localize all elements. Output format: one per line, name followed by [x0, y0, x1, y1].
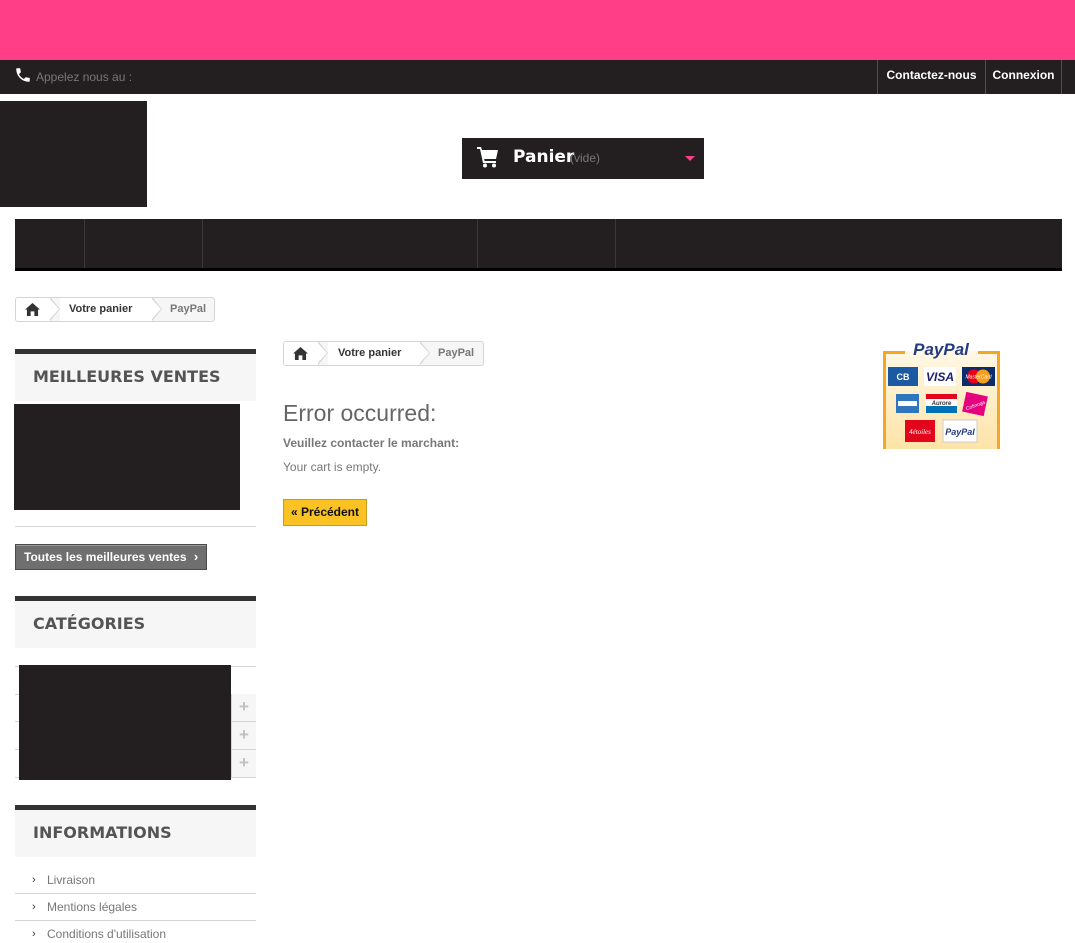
card-label-4etoiles: 4étoiles [909, 428, 931, 436]
categories-title: Catégories [15, 596, 256, 648]
expand-plus-icon[interactable]: + [231, 722, 256, 749]
top-banner [0, 0, 1075, 60]
phone-icon [16, 68, 30, 82]
breadcrumb-separator [151, 298, 162, 321]
info-link-label: Livraison [47, 873, 96, 887]
paypal-payment-logo: PayPal CB VISA MasterCard Aurore Cofinog… [883, 340, 1000, 449]
cart-status: (vide) [570, 151, 601, 165]
expand-plus-icon[interactable]: + [231, 694, 256, 721]
contact-link[interactable]: Contactez-nous [877, 60, 985, 94]
all-bestsellers-button[interactable]: Toutes les meilleures ventes › [15, 544, 207, 570]
top-nav-bar: Appelez nous au : Contactez-nous Connexi… [0, 60, 1075, 94]
breadcrumb-cart-link[interactable]: Votre panier [328, 342, 420, 365]
category-list[interactable] [19, 665, 231, 780]
information-title: Informations [15, 805, 256, 857]
breadcrumb-separator [49, 298, 60, 321]
expand-plus-icon[interactable]: + [231, 750, 256, 777]
menu-item[interactable] [15, 219, 85, 268]
page-title: Error occurred: [283, 400, 437, 426]
shop-logo[interactable] [0, 101, 147, 207]
breadcrumb-home[interactable] [284, 342, 318, 365]
card-label-paypal: PayPal [945, 427, 975, 437]
divider [15, 526, 256, 527]
card-label-aurore: Aurore [931, 401, 952, 407]
chevron-right-icon: › [32, 874, 36, 886]
home-icon [293, 347, 308, 360]
menu-item[interactable] [478, 219, 616, 268]
chevron-right-icon: › [193, 549, 199, 564]
card-label-cb: CB [897, 372, 910, 382]
bestsellers-title: Meilleures ventes [15, 349, 256, 401]
phone-label: Appelez nous au : [36, 70, 133, 84]
breadcrumb-cart-link[interactable]: Votre panier [60, 298, 152, 321]
chevron-right-icon: › [32, 901, 36, 913]
info-link-label: Mentions légales [47, 900, 138, 914]
breadcrumb-main: Votre panier PayPal [283, 341, 484, 366]
breadcrumb-current: PayPal [438, 347, 475, 359]
error-message: Your cart is empty. [283, 460, 382, 474]
info-link-label: Conditions d'utilisation [47, 927, 167, 941]
contact-merchant-label: Veuillez contacter le marchant: [283, 436, 460, 450]
card-label-mastercard: MasterCard [965, 375, 991, 381]
cart-title: Panier [513, 147, 575, 167]
breadcrumb: Votre panier PayPal [15, 297, 215, 322]
paypal-brand: PayPal [913, 340, 970, 359]
breadcrumb-current: PayPal [170, 303, 207, 315]
info-link-terms[interactable]: › Conditions d'utilisation [15, 921, 256, 943]
menu-item[interactable] [616, 219, 1062, 268]
all-bestsellers-label: Toutes les meilleures ventes [24, 550, 187, 564]
cart-dropdown[interactable]: Panier (vide) [462, 138, 704, 179]
login-link[interactable]: Connexion [985, 60, 1062, 94]
info-link-delivery[interactable]: › Livraison [15, 867, 256, 894]
shopping-cart-icon [477, 147, 498, 168]
breadcrumb-home[interactable] [16, 298, 50, 321]
home-icon [25, 303, 40, 316]
amex-card-icon [898, 401, 917, 406]
info-link-legal[interactable]: › Mentions légales [15, 894, 256, 921]
back-button[interactable]: « Précédent [283, 499, 367, 526]
breadcrumb-separator [419, 342, 430, 365]
caret-down-icon [685, 156, 695, 161]
menu-item[interactable] [85, 219, 203, 268]
menu-item[interactable] [203, 219, 478, 268]
card-label-visa: VISA [926, 370, 954, 384]
breadcrumb-separator [317, 342, 328, 365]
bestseller-product[interactable] [14, 404, 240, 510]
chevron-right-icon: › [32, 928, 36, 940]
main-menu [15, 219, 1062, 271]
